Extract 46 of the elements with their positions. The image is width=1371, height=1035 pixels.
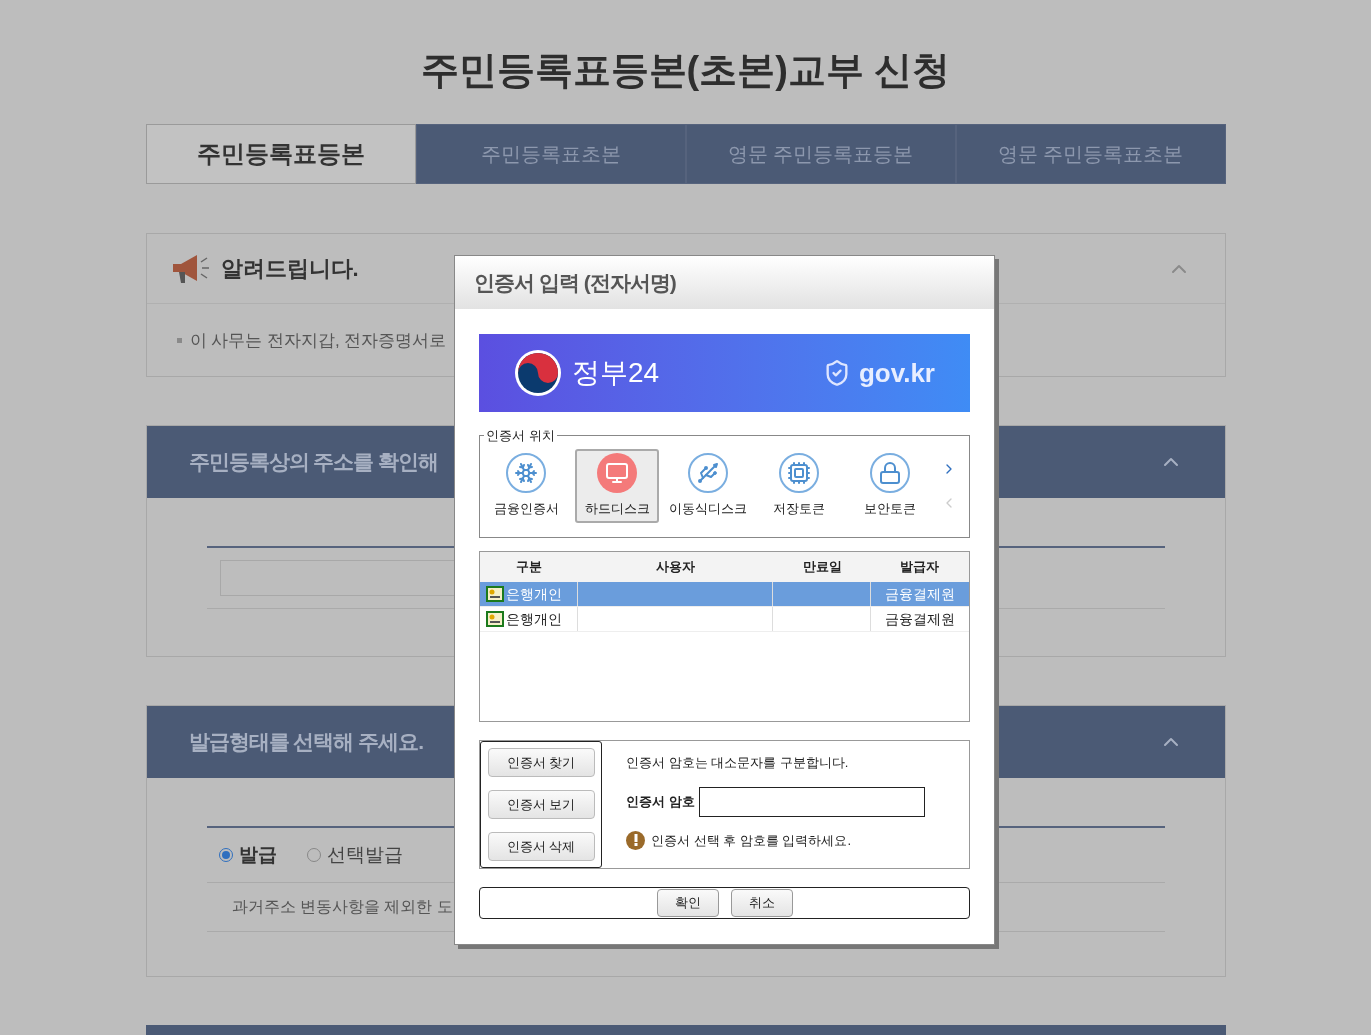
password-label: 인증서 암호 (626, 792, 695, 811)
radio-option[interactable]: 선택발급 (306, 840, 403, 870)
monitor-icon (597, 452, 637, 493)
table-cell-text: 은행개인 (506, 609, 562, 629)
location-option[interactable]: 보안토큰 (848, 448, 932, 523)
location-option[interactable]: 금융인증서 (484, 448, 568, 523)
section-title: 발급형태를 선택해 주세요. (188, 729, 423, 756)
location-legend: 인증서 위치 (484, 426, 557, 446)
snowflake-icon (506, 452, 546, 493)
column-header: 만료일 (801, 558, 843, 577)
password-hint: 인증서 선택 후 암호를 입력하세요. (651, 831, 852, 850)
column-header: 사용자 (655, 558, 696, 577)
location-option[interactable]: 이동식디스크 (666, 448, 750, 523)
table-cell-text: 은행개인 (506, 584, 562, 604)
password-field[interactable] (698, 786, 925, 817)
radio-option[interactable]: 발급 (218, 840, 277, 870)
column-header: 구분 (515, 558, 543, 577)
certificate-icon (486, 611, 504, 627)
column-header: 발급자 (899, 558, 940, 577)
certificate-button[interactable]: 인증서 삭제 (487, 832, 595, 861)
domain-text: gov.kr (858, 356, 935, 390)
bullet-icon (176, 338, 182, 344)
tab[interactable]: 주민등록표등본 (145, 124, 416, 184)
table-row[interactable]: 은행개인 금융결제원 (480, 607, 969, 632)
page-title: 주민등록표등본(초본)교부 신청 (420, 48, 951, 92)
table-cell-text: 금융결제원 (883, 584, 956, 604)
emblem-icon (514, 349, 562, 397)
location-option[interactable]: 저장토큰 (757, 448, 841, 523)
table-cell-text: 금융결제원 (883, 609, 956, 629)
dialog-title: 인증서 입력 (전자서명) (474, 269, 676, 296)
warning-icon (626, 830, 645, 850)
lock-icon (870, 452, 910, 493)
notice-title: 알려드립니다. (220, 255, 359, 283)
dialog-button[interactable]: 취소 (730, 889, 793, 917)
certificate-icon (486, 586, 504, 602)
dialog-button[interactable]: 확인 (656, 889, 719, 917)
usb-icon (688, 452, 728, 493)
brand-text: 정부24 (572, 356, 660, 390)
location-option[interactable]: 하드디스크 (575, 448, 659, 523)
certificate-button[interactable]: 인증서 찾기 (487, 748, 595, 777)
notice-text: 이 사무는 전자지갑, 전자증명서로 (189, 330, 447, 352)
section-title: 주민등록상의 주소를 확인해 (188, 449, 439, 476)
chip-card-icon (779, 452, 819, 493)
description-text: 과거주소 변동사항을 제외한 도 (231, 897, 453, 917)
certificate-button[interactable]: 인증서 보기 (487, 790, 595, 819)
password-note: 인증서 암호는 대소문자를 구분합니다. (626, 754, 850, 772)
